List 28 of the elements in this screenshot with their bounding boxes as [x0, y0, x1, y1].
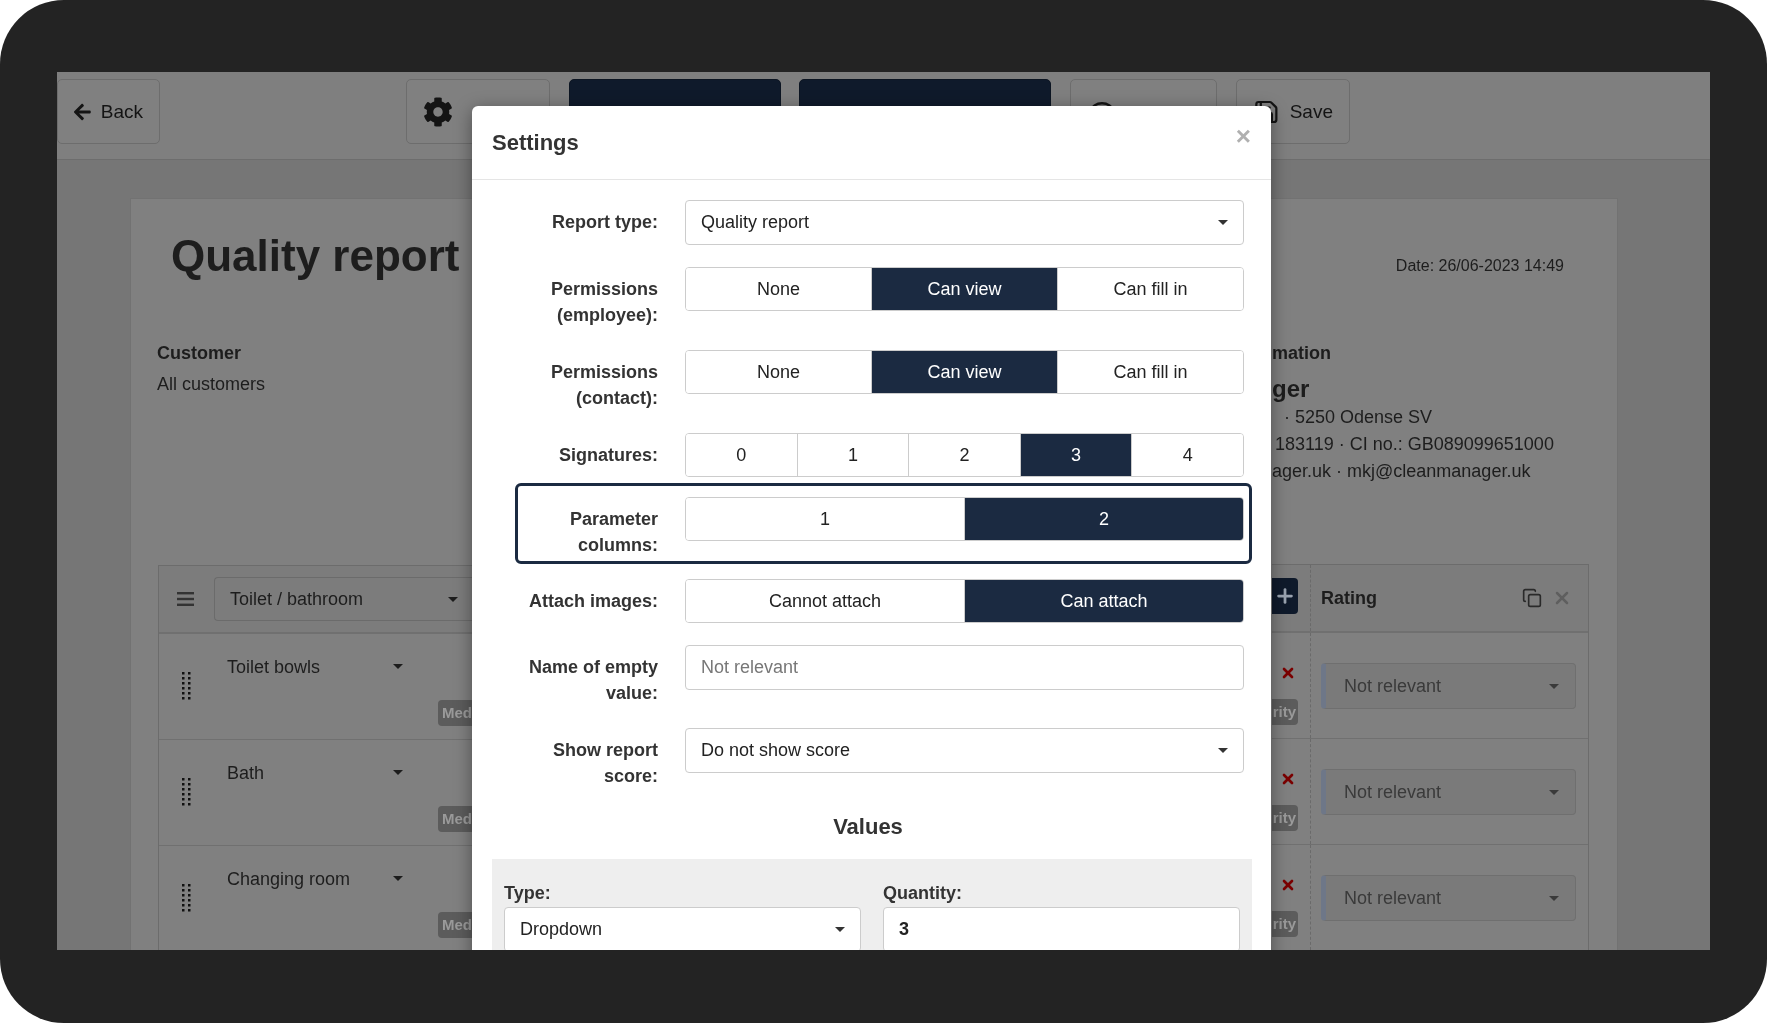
field-label: Permissions (employee): — [549, 278, 658, 327]
company-detail: 183119 · CI no.: GB089099651000 — [1275, 433, 1555, 456]
customer-value: All customers — [157, 373, 267, 396]
field-label: Show report score: — [552, 739, 658, 788]
section-title: Values — [832, 813, 904, 841]
field-label: Type: — [504, 882, 552, 905]
field-label: Parameter columns: — [568, 508, 658, 557]
field-label: Name of empty value: — [527, 656, 658, 705]
field-label: Attach images: — [527, 590, 658, 613]
row-tag: rity — [1272, 911, 1298, 937]
report-title: Quality report — [171, 230, 461, 282]
row-tag: rity — [1272, 699, 1298, 725]
row-tag: Med — [438, 700, 473, 726]
field-label: Quantity: — [883, 882, 963, 905]
report-date: Date: 26/06-2023 14:49 — [1395, 256, 1564, 276]
company-detail: · 5250 Odense SV — [1284, 406, 1434, 429]
dialog-title: Settings — [492, 129, 579, 156]
field-label: Permissions (contact): — [549, 361, 658, 410]
column-header: Rating — [1321, 587, 1378, 609]
row-tag: Med — [438, 912, 473, 938]
field-label: Report type: — [551, 211, 658, 234]
customer-label: Customer — [157, 342, 242, 365]
company-detail: ager.uk · mkj@cleanmanager.uk — [1272, 460, 1532, 483]
row-tag: rity — [1272, 805, 1298, 831]
row-tag: Med — [438, 806, 473, 832]
company-name: ger — [1272, 374, 1311, 404]
section-heading: mation — [1272, 342, 1332, 365]
field-label: Signatures: — [557, 444, 658, 467]
